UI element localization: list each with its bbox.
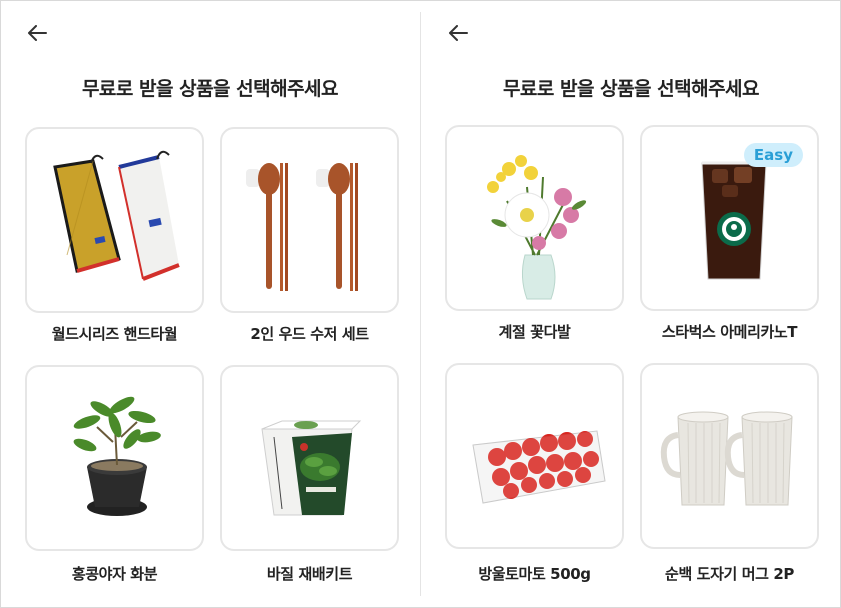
cherry-tomatoes-image: [472, 430, 606, 504]
product-label: 2인 우드 수저 세트: [250, 325, 369, 343]
product-label: 스타벅스 아메리카노T: [661, 323, 798, 341]
page-title: 무료로 받을 상품을 선택해주세요: [502, 78, 760, 100]
product-label: 월드시리즈 핸드타월: [51, 325, 178, 343]
product-label: 계절 꽃다발: [498, 323, 571, 341]
product-card-towels[interactable]: [25, 127, 204, 313]
product-label: 방울토마토 500g: [478, 565, 591, 583]
spoon-chopsticks-image: [246, 163, 358, 291]
easy-badge: Easy: [743, 143, 803, 167]
arrow-left-icon: [28, 25, 47, 41]
arrow-left-icon: [449, 25, 468, 41]
product-card-cherry-tomatoes[interactable]: [445, 363, 624, 549]
product-card-ceramic-mugs[interactable]: [640, 363, 819, 549]
product-label: 홍콩야자 화분: [71, 565, 158, 583]
back-button[interactable]: [445, 20, 471, 46]
product-label: 순백 도자기 머그 2P: [665, 565, 794, 583]
product-card-iced-americano[interactable]: Easy: [640, 125, 819, 311]
ceramic-mugs-image: [660, 411, 793, 506]
potted-plant-image: [73, 396, 161, 516]
product-card-spoon-chopsticks[interactable]: [220, 127, 399, 313]
page-title: 무료로 받을 상품을 선택해주세요: [81, 78, 339, 100]
right-screen: 무료로 받을 상품을 선택해주세요 계절 꽃다발 Easy 스타벅스 아메리카노…: [421, 0, 841, 608]
product-card-flower-bouquet[interactable]: [445, 125, 624, 311]
product-label: 바질 재배키트: [266, 565, 353, 583]
product-card-potted-plant[interactable]: [25, 365, 204, 551]
flower-bouquet-image: [487, 155, 587, 300]
basil-kit-image: [261, 420, 362, 516]
back-button[interactable]: [24, 20, 50, 46]
product-card-basil-kit[interactable]: [220, 365, 399, 551]
towels-image: [53, 150, 180, 281]
left-screen: 무료로 받을 상품을 선택해주세요 월드시리즈 핸드타월 2인 우드 수저 세트…: [0, 0, 420, 608]
